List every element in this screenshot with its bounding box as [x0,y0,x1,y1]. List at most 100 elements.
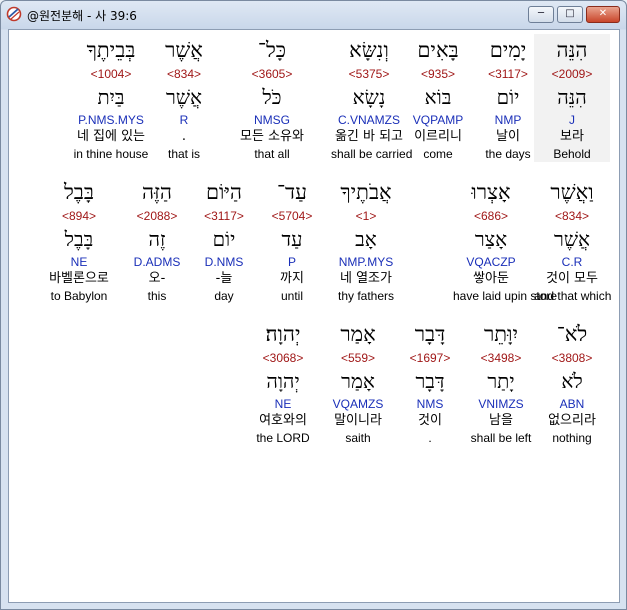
close-icon: ✕ [598,8,608,19]
word-cell[interactable]: יִוָּתֵר <3498> יָתַר VNIMZS 남을 shall be left [463,318,539,446]
hebrew-word: הַיּוֹם [205,180,243,204]
window-title: @원전분해 - 사 39:6 [27,9,137,23]
parsing-code: D.NMS [204,255,244,269]
word-cell[interactable]: הַיּוֹם <3117> יוֹם D.NMS -늘 day [186,176,262,304]
korean-gloss: 여호와의 [259,413,307,428]
lemma-word: אָצַר [474,227,508,251]
korean-gloss: 모든 소유와 [240,129,304,144]
word-cell[interactable]: אֲשֶׁר <834> אֲשֶׁר R. that is [146,34,222,162]
english-gloss: until [280,289,303,303]
word-cell[interactable]: כָּל־ <3605> כֹּל NMSG 모든 소유와 that all [234,34,310,162]
title-bar[interactable]: @원전분해 - 사 39:6 ─ □ ✕ [1,1,626,29]
word-cell[interactable]: לֹא־ <3808> לֹא ABN 없으리라 nothing [534,318,610,446]
lemma-word: אָמַר [341,369,375,393]
hebrew-word: יִוָּתֵר [483,322,518,346]
parsing-code: P [287,255,296,269]
lemma-word: בּוֹא [424,85,452,109]
word-cell[interactable]: דָּבָר <1697> דָּבָר NMS 것이. [392,318,468,446]
strong-number: <894> [61,209,97,223]
strong-number: <3117> [204,209,244,223]
parsing-code: NMS [416,397,444,411]
app-logo-icon [6,6,22,22]
strong-number: <559> [340,351,376,365]
verse-analysis-panel: הִנֵּה <2009> הִנֵּה J 보라 Behold יָמִים <3117> י… [8,29,620,603]
word-cell[interactable]: אָצְרוּ <686> אָצַר VQACZP 쌓아둔 have laid upin… [453,176,557,304]
hebrew-word: עַד־ [276,180,308,204]
parsing-code: VQPAMP [412,113,464,127]
lemma-word: זֶה [148,227,166,251]
english-gloss: thy fathers [337,289,395,303]
hebrew-word: לֹא־ [556,322,588,346]
maximize-button[interactable]: □ [557,6,583,23]
parsing-code: VNIMZS [478,397,524,411]
app-window: @원전분해 - 사 39:6 ─ □ ✕ הִנֵּה <2009> הִנֵּה J… [0,0,627,610]
hebrew-word: בָּאִים [417,38,459,62]
lemma-word: עַד [281,227,303,251]
korean-gloss: 쌓아둔 [473,271,509,286]
hebrew-word: וַאֲשֶׁר [550,180,594,204]
korean-gloss: 까지 [280,271,304,286]
parsing-code: D.ADMS [133,255,181,269]
strong-number: <686> [473,209,509,223]
korean-gloss: 날이 [496,129,520,144]
english-gloss: that is [167,147,200,161]
hebrew-word: יְהוָה׃ [265,322,301,346]
word-cell[interactable]: יָמִים <3117> יוֹם NMP 날이 the days [470,34,546,162]
english-gloss: . [428,431,432,445]
word-cell[interactable]: בָּבֶל <894> בָּבֶל NE 바벨론으로 to Babylon [41,176,117,304]
word-cell[interactable]: עַד־ <5704> עַד P 까지 until [254,176,330,304]
strong-number: <2088> [136,209,178,223]
hebrew-word: אֲשֶׁר [165,38,203,62]
parsing-code: VQAMZS [332,397,384,411]
word-cell[interactable]: בָּאִים <935> בּוֹא VQPAMP 이르리니 come [400,34,476,162]
minimize-button[interactable]: ─ [528,6,554,23]
hebrew-word: אֲבֹתֶיךָ [340,180,392,204]
hebrew-word: דָּבָר [414,322,446,346]
strong-number: <3498> [480,351,522,365]
parsing-code: NMP.MYS [338,255,394,269]
strong-number: <3068> [262,351,304,365]
word-cell[interactable]: אֲבֹתֶיךָ <1> אָב NMP.MYS 네 열조가 thy fathers [328,176,404,304]
word-cell[interactable]: וְנִשָּׂא <5375> נָשָׂא C.VNAMZS 옮긴 바 되고 shal… [331,34,412,162]
hebrew-word: בְּבֵיתֶךָ [86,38,136,62]
korean-gloss: 남을 [489,413,513,428]
strong-number: <3808> [551,351,593,365]
hebrew-word: אָמַר [340,322,376,346]
parsing-code: NE [70,255,88,269]
parsing-code: R [179,113,189,127]
english-gloss: to Babylon [50,289,108,303]
hebrew-word: יָמִים [489,38,527,62]
word-cell[interactable]: יְהוָה׃ <3068> יְהוָה NE 여호와의 the LORD [245,318,321,446]
lemma-word: אֲשֶׁר [554,227,590,251]
english-gloss: shall be left [470,431,532,445]
word-cell[interactable]: הַזֶּה <2088> זֶה D.ADMS 오-this [119,176,195,304]
english-gloss: the days [485,147,531,161]
close-button[interactable]: ✕ [586,6,620,23]
lemma-word: בָּבֶל [64,227,94,251]
english-gloss: saith [345,431,371,445]
english-gloss: nothing [552,431,592,445]
korean-gloss: 네 집에 있는 [76,129,146,144]
word-cell[interactable]: בְּבֵיתֶךָ <1004> בַּיִת P.NMS.MYS 네 집에 있는 in… [73,34,149,162]
lemma-word: יָתַר [487,369,515,393]
parsing-code: NMP [494,113,522,127]
strong-number: <834> [166,67,202,81]
parsing-code: ABN [559,397,585,411]
korean-gloss: . [181,129,187,144]
strong-number: <1697> [409,351,451,365]
strong-number: <3117> [488,67,528,81]
korean-gloss: 옮긴 바 되고 [334,129,404,144]
parsing-code: C.R [561,255,583,269]
lemma-word: אָב [355,227,377,251]
korean-gloss: 말이니라 [334,413,382,428]
word-cell[interactable]: אָמַר <559> אָמַר VQAMZS 말이니라 saith [320,318,396,446]
lemma-word: כֹּל [262,85,282,109]
english-gloss: in thine house [73,147,149,161]
korean-gloss: -늘 [215,271,233,286]
lemma-word: לֹא [561,369,583,393]
word-cell[interactable]: וַאֲשֶׁר <834> אֲשֶׁר C.R 것이 모두 and that whic… [534,176,611,304]
english-gloss: that all [254,147,290,161]
strong-number: <935> [420,67,456,81]
korean-gloss: 바벨론으로 [49,271,109,286]
english-gloss: day [214,289,234,303]
